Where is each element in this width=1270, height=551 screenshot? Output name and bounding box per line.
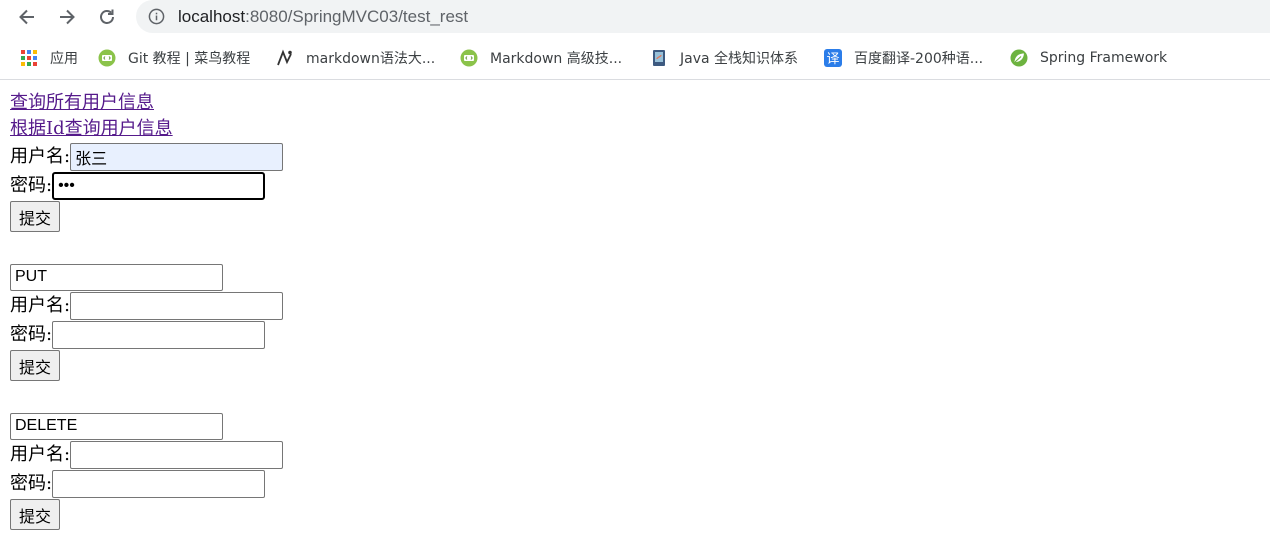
username-label: 用户名:	[10, 444, 71, 465]
page-content: 查询所有用户信息 根据Id查询用户信息 用户名: 密码: 提交 用户名: 密码:	[10, 90, 284, 531]
password-input[interactable]	[52, 171, 266, 200]
submit-row: 提交	[10, 200, 283, 233]
bookmark-markdown-syntax[interactable]: markdown语法大...	[276, 47, 435, 69]
delete-user-form: 用户名: 密码: 提交	[10, 412, 284, 531]
bookmark-label: 应用	[50, 51, 78, 67]
bookmark-label: Spring Framework	[1040, 50, 1168, 66]
username-input[interactable]	[70, 142, 284, 171]
bookmark-baidu-translate[interactable]: 译 百度翻译-200种语...	[824, 47, 983, 69]
username-input[interactable]	[70, 291, 284, 320]
password-row: 密码:	[10, 469, 283, 498]
link-query-user-by-id[interactable]: 根据Id查询用户信息	[10, 116, 283, 142]
java-book-icon	[653, 50, 665, 66]
username-input[interactable]	[70, 440, 284, 469]
spring-leaf-icon	[1010, 49, 1028, 67]
bookmark-label: Git 教程 | 菜鸟教程	[128, 51, 251, 67]
bookmark-label: Java 全栈知识体系	[680, 51, 799, 67]
url-path: :8080/SpringMVC03/test_rest	[245, 7, 469, 26]
username-row: 用户名:	[10, 291, 284, 320]
bookmark-label: Markdown 高级技...	[490, 51, 623, 67]
method-field-put[interactable]	[10, 263, 223, 291]
reload-button[interactable]	[94, 4, 120, 30]
username-label: 用户名:	[10, 295, 71, 316]
bookmarks-bar: 应用 Git 教程 | 菜鸟教程 markdown语法大... Markdown…	[0, 40, 1270, 76]
markdown-site-icon	[277, 49, 292, 66]
bookmark-spring-framework[interactable]: Spring Framework	[1010, 47, 1167, 69]
runoob-icon	[460, 49, 478, 67]
chrome-divider	[0, 79, 1270, 80]
arrow-right-icon	[60, 9, 75, 25]
form-spacer	[10, 233, 283, 263]
password-label: 密码:	[10, 324, 53, 345]
username-label: 用户名:	[10, 146, 71, 167]
browser-toolbar: localhost:8080/SpringMVC03/test_rest	[0, 0, 1270, 34]
bookmark-label: 百度翻译-200种语...	[854, 51, 984, 67]
method-row	[10, 263, 283, 291]
password-row: 密码:	[10, 320, 283, 349]
post-user-form: 用户名: 密码: 提交	[10, 142, 284, 233]
url-text: localhost:8080/SpringMVC03/test_rest	[178, 7, 468, 27]
password-row: 密码:	[10, 171, 283, 200]
username-row: 用户名:	[10, 440, 284, 469]
url-host: localhost	[178, 7, 246, 26]
reload-icon	[100, 9, 114, 24]
password-input[interactable]	[52, 469, 266, 498]
arrow-left-icon	[19, 9, 34, 25]
forward-button[interactable]	[54, 4, 80, 30]
address-bar[interactable]: localhost:8080/SpringMVC03/test_rest	[136, 0, 1270, 33]
svg-text:译: 译	[826, 52, 839, 67]
info-icon[interactable]	[148, 8, 165, 25]
username-row: 用户名:	[10, 142, 284, 171]
back-button[interactable]	[14, 4, 40, 30]
password-input[interactable]	[52, 320, 266, 349]
bookmark-java-fullstack[interactable]: Java 全栈知识体系	[650, 47, 798, 69]
apps-grid-icon	[21, 50, 37, 66]
password-label: 密码:	[10, 175, 53, 196]
bookmark-apps[interactable]: 应用	[20, 47, 78, 69]
password-label: 密码:	[10, 473, 53, 494]
method-row	[10, 412, 283, 440]
submit-button[interactable]: 提交	[10, 350, 61, 381]
bookmark-markdown-advanced[interactable]: Markdown 高级技...	[460, 47, 622, 69]
put-user-form: 用户名: 密码: 提交	[10, 263, 284, 382]
submit-row: 提交	[10, 498, 283, 531]
runoob-icon	[98, 49, 116, 67]
form-spacer	[10, 382, 283, 412]
method-field-delete[interactable]	[10, 412, 223, 440]
bookmark-label: markdown语法大...	[306, 51, 436, 67]
submit-row: 提交	[10, 349, 283, 382]
bookmark-git-tutorial[interactable]: Git 教程 | 菜鸟教程	[98, 47, 250, 69]
translate-icon: 译	[824, 49, 842, 67]
submit-button[interactable]: 提交	[10, 201, 61, 232]
link-query-all-users[interactable]: 查询所有用户信息	[10, 90, 283, 116]
submit-button[interactable]: 提交	[10, 499, 61, 530]
